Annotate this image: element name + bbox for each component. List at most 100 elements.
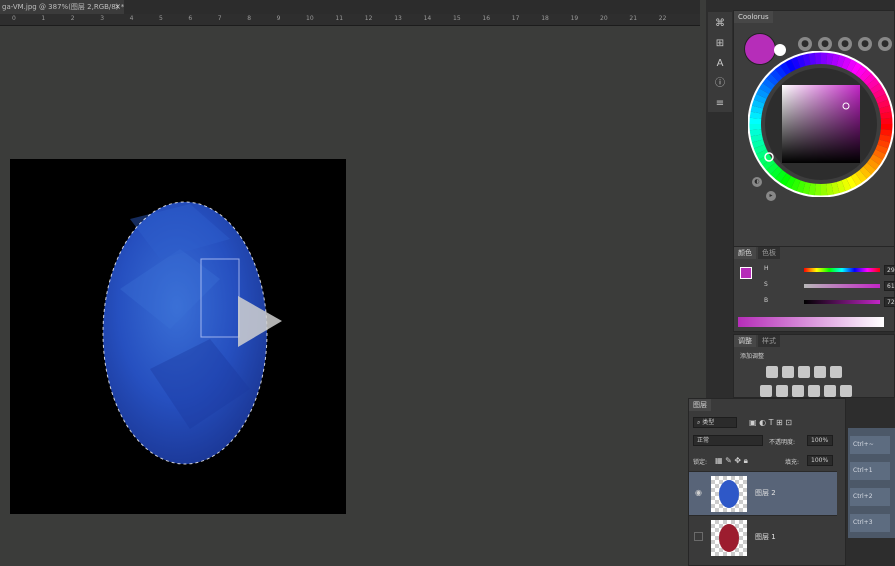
hue-ring-segment[interactable] [846, 58, 857, 73]
hue-ring-segment[interactable] [841, 178, 852, 192]
hue-ring-segment[interactable] [749, 129, 762, 137]
hue-ring-segment[interactable] [877, 139, 891, 149]
blend-mode-select[interactable]: 正常 [693, 435, 763, 446]
channel-mixer-icon[interactable] [824, 385, 836, 397]
hue-ring-segment[interactable] [836, 180, 846, 194]
hue-ring-segment[interactable] [755, 149, 770, 160]
filter-icons[interactable]: ▣ ◐ T ⊞ ⊡ [749, 418, 792, 427]
shortcut-button[interactable]: Ctrl+2 [850, 488, 890, 506]
preset-2-icon[interactable]: ● [818, 37, 832, 51]
history-icon[interactable]: ⌘ [712, 16, 728, 32]
hue-ring-segment[interactable] [875, 144, 889, 155]
shortcut-button[interactable]: Ctrl+1 [850, 462, 890, 480]
hue-ring-segment[interactable] [872, 88, 887, 99]
coolorus-tab[interactable]: Coolorus [734, 11, 773, 23]
hue-ring-segment[interactable] [774, 169, 787, 183]
hue-ring-segment[interactable] [859, 166, 872, 180]
hue-ring-segment[interactable] [855, 169, 868, 183]
color-balance-icon[interactable] [776, 385, 788, 397]
brightness-icon[interactable] [766, 366, 778, 378]
tab-layers[interactable]: 图层 [689, 399, 711, 411]
tab-adjustments[interactable]: 调整 [734, 335, 756, 347]
palette-icon[interactable]: ◐ [752, 177, 762, 187]
hue-ring-segment[interactable] [750, 105, 764, 114]
hue-ring-segment[interactable] [866, 77, 880, 90]
hue-ring-segment[interactable] [762, 77, 776, 90]
shortcut-button[interactable]: Ctrl+3 [850, 514, 890, 532]
fill-input[interactable]: 100% [807, 455, 833, 466]
hue-ring-segment[interactable] [802, 53, 811, 67]
b-value[interactable]: 72 [884, 297, 895, 307]
hue-ring-segment[interactable] [796, 54, 806, 68]
document-canvas[interactable] [10, 159, 346, 514]
b-slider[interactable] [804, 300, 880, 304]
hue-ring-segment[interactable] [826, 183, 834, 196]
hue-ring-segment[interactable] [870, 82, 884, 95]
hue-ring-segment[interactable] [802, 181, 811, 195]
color-lookup-icon[interactable] [840, 385, 852, 397]
hue-ring-segment[interactable] [765, 73, 779, 86]
hue-ring-segment[interactable] [808, 52, 816, 65]
hue-ring-segment[interactable] [836, 54, 846, 68]
s-value[interactable]: 61 [884, 281, 895, 291]
h-slider[interactable] [804, 268, 880, 272]
hue-ring-segment[interactable] [758, 82, 772, 95]
hue-ring-segment[interactable] [878, 105, 892, 114]
hue-ring-segment[interactable] [831, 53, 840, 67]
shortcut-button[interactable]: Ctrl+~ [850, 436, 890, 454]
hue-ring-segment[interactable] [841, 56, 852, 70]
navigator-icon[interactable]: ⊞ [712, 36, 728, 52]
hue-ring-segment[interactable] [855, 65, 868, 79]
hue-ring-segment[interactable] [750, 134, 764, 143]
hue-ring-segment[interactable] [796, 180, 806, 194]
s-slider[interactable] [804, 284, 880, 288]
hue-ring-segment[interactable] [875, 93, 889, 104]
hue-ring-segment[interactable] [808, 183, 816, 196]
hue-ring-segment[interactable] [755, 88, 770, 99]
hue-ring-segment[interactable] [880, 111, 893, 119]
color-wheel[interactable] [748, 51, 894, 197]
hue-ring-segment[interactable] [859, 68, 872, 82]
preset-3-icon[interactable]: ● [838, 37, 852, 51]
exposure-icon[interactable] [814, 366, 826, 378]
vibrance-icon[interactable] [830, 366, 842, 378]
hue-ring-segment[interactable] [850, 173, 863, 187]
tab-color[interactable]: 颜色 [734, 247, 756, 259]
hue-ring-segment[interactable] [870, 153, 884, 166]
photo-filter-icon[interactable] [808, 385, 820, 397]
layer-row[interactable]: ◉ 图层 2 [689, 471, 837, 515]
tab-swatches[interactable]: 色板 [758, 247, 780, 259]
hue-ring-segment[interactable] [790, 56, 801, 70]
hue-ring-segment[interactable] [826, 52, 834, 65]
hue-ring-segment[interactable] [863, 73, 877, 86]
layer-row[interactable]: 图层 1 [689, 515, 837, 559]
hue-ring-segment[interactable] [831, 181, 840, 195]
play-small-icon[interactable]: ▸ [766, 191, 776, 201]
hue-ring-segment[interactable] [863, 162, 877, 175]
hue-ring-segment[interactable] [872, 149, 887, 160]
hue-ring-segment[interactable] [785, 58, 796, 73]
properties-icon[interactable]: ≡ [712, 96, 728, 112]
hue-ring-segment[interactable] [880, 129, 893, 137]
layer-name[interactable]: 图层 1 [755, 532, 776, 542]
hue-ring-segment[interactable] [785, 175, 796, 190]
hue-ring-segment[interactable] [770, 68, 783, 82]
hue-ring-segment[interactable] [774, 65, 787, 79]
hue-ring-segment[interactable] [878, 134, 892, 143]
curves-icon[interactable] [798, 366, 810, 378]
hue-ring-segment[interactable] [779, 61, 792, 75]
hue-ring-segment[interactable] [779, 173, 792, 187]
character-icon[interactable]: A [712, 56, 728, 72]
color-ramp[interactable] [738, 317, 884, 327]
opacity-input[interactable]: 100% [807, 435, 833, 446]
hue-ring-segment[interactable] [751, 139, 765, 149]
hue-ring-segment[interactable] [753, 93, 767, 104]
hue-ring-segment[interactable] [866, 158, 880, 171]
visibility-toggle[interactable] [694, 532, 703, 541]
document-tab[interactable]: ga-VM.jpg @ 387%(图层 2,RGB/8) * × [0, 0, 124, 14]
layer-filter-select[interactable]: ⌕ 类型 [693, 417, 737, 428]
levels-icon[interactable] [782, 366, 794, 378]
info-icon[interactable]: ⓘ [712, 76, 728, 92]
hue-ring-segment[interactable] [877, 99, 891, 109]
black-white-icon[interactable] [792, 385, 804, 397]
